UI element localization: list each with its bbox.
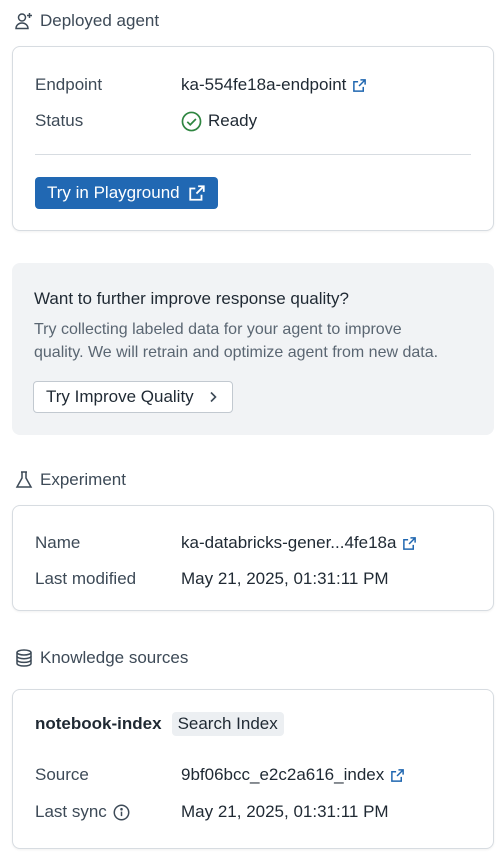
last-sync-key: Last sync: [35, 801, 181, 823]
status-value-wrap: Ready: [181, 110, 257, 132]
status-value: Ready: [208, 111, 258, 130]
card-divider: [35, 154, 471, 155]
status-label: Status: [35, 111, 84, 130]
knowledge-source-link[interactable]: 9bf06bcc_e2c2a616_index: [181, 764, 405, 786]
knowledge-sources-title: Knowledge sources: [40, 648, 189, 667]
improve-quality-description-line: quality. We will retrain and optimize ag…: [34, 344, 439, 361]
source-type-badge: Search Index: [171, 712, 284, 736]
experiment-name-label: Name: [35, 533, 81, 552]
external-link-icon: [391, 768, 405, 782]
endpoint-label: Endpoint: [35, 75, 103, 94]
agent-deploy-icon: [14, 11, 34, 31]
experiment-header: Experiment: [14, 470, 126, 490]
experiment-card: Name ka-databricks-gener...4fe18a Last m…: [12, 505, 494, 611]
external-link-icon: [403, 536, 417, 550]
chevron-right-icon: [210, 391, 217, 403]
deployed-agent-header: Deployed agent: [14, 11, 159, 31]
experiment-modified-row: Last modified May 21, 2025, 01:31:11 PM: [35, 568, 483, 590]
knowledge-source-card: notebook-index Search Index Source 9bf06…: [12, 689, 494, 849]
experiment-name-link[interactable]: ka-databricks-gener...4fe18a: [181, 532, 417, 554]
experiment-name-value[interactable]: ka-databricks-gener...4fe18a: [181, 532, 396, 554]
try-in-playground-label: Try in Playground: [47, 183, 180, 202]
try-in-playground-button[interactable]: Try in Playground: [35, 177, 218, 209]
check-circle-icon: [181, 111, 202, 131]
last-sync-row: Last sync May 21, 2025, 01:31:11 PM: [35, 801, 483, 823]
improve-quality-description-line: Try collecting labeled data for your age…: [34, 321, 402, 338]
knowledge-source-name: notebook-index: [35, 714, 162, 733]
try-improve-quality-button[interactable]: Try Improve Quality: [33, 381, 233, 413]
improve-quality-description: Try collecting labeled data for your age…: [34, 318, 438, 364]
knowledge-source-label: Source: [35, 765, 89, 784]
flask-icon: [14, 470, 34, 490]
experiment-modified-label: Last modified: [35, 569, 137, 588]
experiment-name-row: Name ka-databricks-gener...4fe18a: [35, 532, 483, 554]
external-link-icon: [353, 78, 367, 92]
endpoint-value[interactable]: ka-554fe18a-endpoint: [181, 74, 346, 96]
try-improve-quality-label: Try Improve Quality: [46, 387, 194, 406]
last-sync-value: May 21, 2025, 01:31:11 PM: [181, 802, 389, 821]
last-sync-label: Last sync: [35, 802, 107, 821]
info-icon[interactable]: [113, 804, 130, 821]
knowledge-source-row: Source 9bf06bcc_e2c2a616_index: [35, 764, 483, 786]
knowledge-sources-header: Knowledge sources: [14, 648, 188, 668]
deployed-agent-card: Endpoint ka-554fe18a-endpoint Status Rea…: [12, 46, 494, 231]
endpoint-row: Endpoint ka-554fe18a-endpoint: [35, 74, 483, 96]
status-row: Status Ready: [35, 110, 483, 132]
experiment-modified-value: May 21, 2025, 01:31:11 PM: [181, 569, 389, 588]
experiment-title: Experiment: [40, 470, 126, 489]
knowledge-source-title-row: notebook-index Search Index: [35, 712, 284, 736]
knowledge-source-value[interactable]: 9bf06bcc_e2c2a616_index: [181, 764, 384, 786]
improve-quality-panel: Want to further improve response quality…: [12, 263, 494, 435]
external-link-icon: [188, 185, 205, 201]
deployed-agent-title: Deployed agent: [40, 11, 160, 30]
database-icon: [14, 648, 34, 668]
endpoint-link[interactable]: ka-554fe18a-endpoint: [181, 74, 367, 96]
improve-quality-title: Want to further improve response quality…: [34, 289, 349, 308]
